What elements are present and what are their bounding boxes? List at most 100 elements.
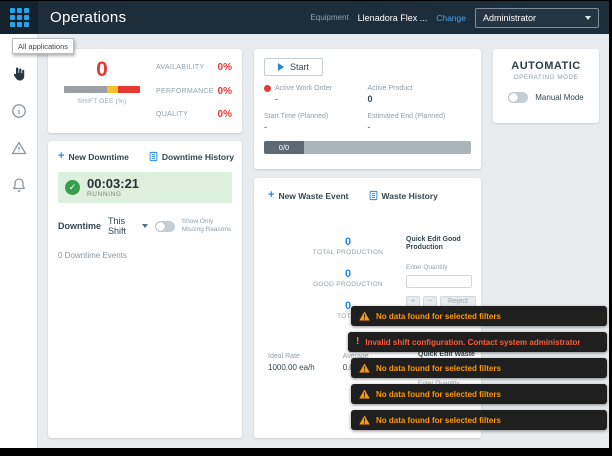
chevron-down-icon: [585, 15, 591, 20]
toast-no-data[interactable]: No data found for selected filters: [351, 306, 607, 326]
oee-card: 0 SHIFT OEE (%) AVAILABILITY 0% PERFORMA…: [48, 49, 242, 133]
change-equipment-link[interactable]: Change: [436, 13, 466, 23]
sidebar-item-info[interactable]: [8, 101, 30, 121]
stat-label: TOTAL PRODUCTION: [312, 249, 384, 257]
document-icon: [149, 151, 158, 162]
toast-no-data[interactable]: No data found for selected filters: [351, 384, 607, 404]
toast-text: Invalid shift configuration. Contact sys…: [365, 337, 581, 347]
user-dropdown[interactable]: Administrator: [475, 7, 599, 28]
manual-mode-toggle[interactable]: [508, 92, 529, 103]
good-quantity-input[interactable]: [406, 274, 472, 288]
toast-no-data[interactable]: No data found for selected filters: [351, 410, 607, 430]
bell-icon: [12, 178, 25, 192]
window-frame: Operations Equipment Llenadora Flex ... …: [0, 0, 612, 456]
stat-value: 0: [344, 236, 352, 248]
user-dropdown-value: Administrator: [483, 12, 537, 23]
equipment-label: Equipment: [310, 13, 349, 22]
metric-value: 0%: [217, 85, 232, 97]
warning-triangle-icon: [359, 311, 370, 321]
oee-gauge: [64, 86, 140, 93]
active-product-block: Active Product 0: [368, 85, 472, 104]
toast-text: No data found for selected filters: [376, 415, 501, 425]
toast-no-data[interactable]: No data found for selected filters: [351, 358, 607, 378]
apps-grid-icon: [9, 8, 29, 27]
info-icon: [11, 104, 26, 118]
metric-label: PERFORMANCE: [156, 87, 214, 95]
shift-filter-dropdown[interactable]: This Shift: [108, 216, 148, 236]
metric-label: AVAILABILITY: [156, 64, 205, 71]
start-planned-label: Start Time (Planned): [264, 113, 329, 120]
end-planned-value: -: [367, 122, 371, 132]
error-exclaim-icon: !: [356, 336, 360, 347]
gauge-segment: [117, 86, 140, 93]
equipment-value[interactable]: Llenadora Flex ...: [358, 13, 428, 23]
toast-text: No data found for selected filters: [376, 311, 501, 321]
downtime-history-label: Downtime History: [161, 151, 235, 162]
end-planned-block: Estimated End (Planned) -: [368, 113, 472, 132]
toast-text: No data found for selected filters: [376, 389, 501, 399]
new-waste-event-label: New Waste Event: [278, 190, 349, 201]
waste-card-links: + New Waste Event Waste History: [268, 190, 467, 201]
ideal-rate-label: Ideal Rate: [268, 353, 300, 360]
left-column: 0 SHIFT OEE (%) AVAILABILITY 0% PERFORMA…: [48, 49, 242, 438]
missing-reasons-toggle[interactable]: [154, 220, 175, 232]
operating-mode-card: AUTOMATIC OPERATING MODE Manual Mode: [493, 49, 599, 123]
waste-history-label: Waste History: [381, 190, 438, 201]
sidebar-item-notifications[interactable]: [8, 175, 30, 195]
sidebar: [0, 34, 38, 448]
work-order-progress-bar: 0/0: [264, 141, 471, 154]
new-downtime-button[interactable]: + New Downtime: [58, 151, 129, 162]
missing-reasons-toggle-label: Show Only Missing Reasons: [181, 217, 232, 234]
running-timer-block: 00:03:21 RUNNING: [87, 176, 140, 199]
stat-value: 0: [344, 268, 352, 281]
running-status-label: RUNNING: [87, 191, 122, 199]
start-button[interactable]: Start: [264, 58, 324, 76]
shift-filter-value: This Shift: [108, 216, 127, 237]
downtime-card: + New Downtime Downtime History ✓ 00:03:…: [48, 141, 242, 438]
warning-triangle-icon: [359, 415, 370, 425]
alert-triangle-icon: [11, 141, 26, 155]
downtime-filter-title: Downtime: [58, 221, 102, 232]
play-icon: [278, 63, 284, 71]
metric-value: 0%: [217, 109, 232, 120]
work-order-grid: Active Work Order - Active Product 0 Sta…: [264, 85, 471, 132]
toast-stack: No data found for selected filters ! Inv…: [348, 306, 607, 430]
metric-row: QUALITY 0%: [156, 109, 232, 120]
topbar-right: Equipment Llenadora Flex ... Change Admi…: [310, 7, 609, 28]
toast-invalid-shift[interactable]: ! Invalid shift configuration. Contact s…: [348, 332, 607, 352]
downtime-history-button[interactable]: Downtime History: [149, 151, 234, 162]
stat-label: GOOD PRODUCTION: [313, 281, 383, 289]
downtime-card-links: + New Downtime Downtime History: [58, 151, 234, 162]
new-downtime-label: New Downtime: [68, 151, 129, 162]
waste-history-button[interactable]: Waste History: [369, 190, 438, 201]
operating-mode-value: AUTOMATIC: [511, 60, 581, 72]
new-waste-event-button[interactable]: + New Waste Event: [268, 190, 349, 201]
operating-mode-label: OPERATING MODE: [513, 74, 579, 81]
app-screen: Operations Equipment Llenadora Flex ... …: [0, 1, 609, 448]
oee-metrics: AVAILABILITY 0% PERFORMANCE 0% QUALITY 0…: [146, 57, 232, 125]
all-applications-tooltip: All applications: [12, 38, 75, 54]
warning-triangle-icon: [359, 389, 370, 399]
running-status-banner: ✓ 00:03:21 RUNNING: [58, 172, 232, 204]
toast-text: No data found for selected filters: [376, 363, 501, 373]
metric-label: QUALITY: [156, 111, 189, 118]
metric-row: PERFORMANCE 0%: [156, 86, 232, 97]
sidebar-item-alerts[interactable]: [8, 138, 30, 158]
manual-mode-row: Manual Mode: [503, 92, 589, 103]
sidebar-item-operations[interactable]: [8, 64, 30, 84]
running-timer: 00:03:21: [87, 176, 140, 191]
start-planned-block: Start Time (Planned) -: [264, 113, 368, 132]
work-order-card: Start Active Work Order - Active Product: [254, 49, 481, 169]
gauge-segment: [107, 86, 118, 93]
page-title: Operations: [50, 9, 127, 26]
active-work-order-block: Active Work Order -: [264, 85, 368, 104]
plus-icon: +: [58, 150, 65, 162]
downtime-filter-row: Downtime This Shift Show Only Missing Re…: [58, 216, 232, 236]
active-work-order-value: -: [275, 94, 278, 104]
active-product-label: Active Product: [367, 85, 413, 92]
quick-edit-good-section: Quick Edit Good Production Enter Quantit…: [406, 236, 478, 308]
oee-gauge-block: 0 SHIFT OEE (%): [58, 57, 146, 125]
app-launcher-button[interactable]: [0, 1, 38, 34]
gauge-segment: [64, 86, 108, 93]
active-work-order-label: Active Work Order: [275, 85, 333, 92]
